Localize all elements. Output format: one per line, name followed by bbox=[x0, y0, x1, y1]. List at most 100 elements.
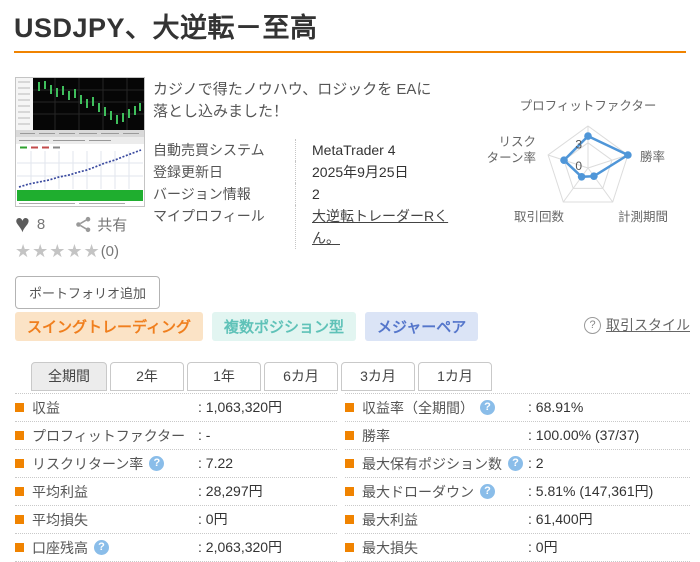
page-title: USDJPY、大逆転－至高 bbox=[14, 13, 318, 43]
stat-row: 平均利益 : 28,297円 bbox=[15, 478, 337, 506]
product-description: カジノで得たノウハウ、ロジックを EAに 落とし込みました！ bbox=[153, 79, 473, 123]
stat-label: 収益 bbox=[32, 399, 60, 416]
bullet-icon bbox=[345, 403, 354, 412]
rating-count: (0) bbox=[100, 243, 120, 260]
product-info-table: 自動売買システム MetaTrader 4 登録更新日 2025年9月25日バージョン… bbox=[153, 139, 483, 249]
bullet-icon bbox=[15, 431, 24, 440]
help-icon[interactable]: ? bbox=[480, 484, 495, 499]
stats-column-right: 収益率（全期間）?: 68.91% 勝率: 100.00% (37/37) 最大保有… bbox=[345, 393, 690, 562]
tab-1-month[interactable]: 1カ月 bbox=[418, 362, 492, 391]
product-page: USDJPY、大逆転－至高 カジノで得たノウハウ、ロジックを EAに 落とし込み… bbox=[0, 0, 700, 562]
share-icon bbox=[76, 216, 91, 232]
help-icon[interactable]: ? bbox=[94, 540, 109, 555]
info-label: マイプロフィール bbox=[153, 208, 265, 224]
stat-value: : 68.91% bbox=[528, 399, 584, 415]
tag-trading-style[interactable]: スイングトレーディング bbox=[15, 312, 203, 341]
description-line: 落とし込みました！ bbox=[153, 103, 289, 120]
svg-text:取引回数: 取引回数 bbox=[514, 209, 565, 224]
bullet-icon bbox=[345, 487, 354, 496]
info-row: マイプロフィール 大逆転トレーダーRくん。 bbox=[153, 205, 483, 249]
stat-row: 最大利益: 61,400円 bbox=[345, 506, 690, 534]
tab-2-years[interactable]: 2年 bbox=[110, 362, 184, 391]
stat-label: 最大ドローダウン bbox=[362, 483, 474, 500]
stats-table: 収益 : 1,063,320円 プロフィットファクター : - リスクリターン率?: 7… bbox=[15, 393, 690, 562]
social-row: ♥ 8 共有 bbox=[15, 209, 127, 239]
stat-value: : 100.00% (37/37) bbox=[528, 427, 640, 443]
like-heart-icon[interactable]: ♥ bbox=[15, 210, 30, 238]
stat-row: 最大保有ポジション数? : 2 bbox=[345, 450, 690, 478]
stat-row: 最大ドローダウン? : 5.81% (147,361円) bbox=[345, 478, 690, 506]
tab-1-year[interactable]: 1年 bbox=[187, 362, 261, 391]
svg-text:勝率: 勝率 bbox=[640, 149, 665, 164]
info-value: 2025年9月25日 bbox=[295, 161, 409, 183]
trade-style-label: 取引スタイル bbox=[606, 317, 690, 333]
rating-row: ★★★★★(0) bbox=[15, 241, 119, 262]
stat-row: 口座残高? : 2,063,320円 bbox=[15, 534, 337, 562]
like-count: 8 bbox=[36, 215, 46, 233]
bullet-icon bbox=[15, 515, 24, 524]
tab-6-months[interactable]: 6カ月 bbox=[264, 362, 338, 391]
svg-text:0: 0 bbox=[575, 159, 582, 173]
stat-label: 口座残高 bbox=[32, 539, 88, 556]
tab-3-months[interactable]: 3カ月 bbox=[341, 362, 415, 391]
stat-value: : - bbox=[198, 427, 211, 443]
trade-style-link[interactable]: ? 取引スタイル bbox=[584, 315, 690, 335]
add-portfolio-button[interactable]: ポートフォリオ追加 bbox=[15, 276, 161, 309]
bullet-icon bbox=[345, 515, 354, 524]
svg-text:リスクターン率: リスクターン率 bbox=[487, 135, 536, 165]
stat-value: : 0円 bbox=[528, 539, 558, 555]
stat-label: 最大保有ポジション数 bbox=[362, 455, 502, 472]
bullet-icon bbox=[345, 459, 354, 468]
trade-style-radar: 3 0 プロフィットファクター 勝率 計測期間 取引回数 リスクターン率 bbox=[483, 84, 693, 234]
profile-link[interactable]: 大逆転トレーダーRくん。 bbox=[295, 205, 470, 249]
stat-value: : 0円 bbox=[198, 511, 228, 527]
radar-chart: 3 0 プロフィットファクター勝率計測期間 取引回数 リスクターン率 bbox=[487, 99, 668, 224]
help-icon[interactable]: ? bbox=[149, 456, 165, 471]
stat-value: : 5.81% (147,361円) bbox=[528, 483, 654, 499]
info-value: 2 bbox=[295, 183, 320, 205]
stat-row: 平均損失 : 0円 bbox=[15, 506, 337, 534]
svg-text:計測期間: 計測期間 bbox=[618, 209, 668, 224]
star-icons: ★★★★★ bbox=[15, 241, 101, 261]
thumbnail-image bbox=[15, 77, 145, 207]
stat-label: リスクリターン率 bbox=[32, 455, 144, 472]
period-tabs: 全期間 2年 1年 6カ月 3カ月 1カ月 bbox=[31, 362, 495, 391]
help-icon[interactable]: ? bbox=[480, 400, 495, 415]
stat-label: プロフィットファクター bbox=[32, 427, 186, 444]
tag-list: スイングトレーディング 複数ポジション型 メジャーペア bbox=[15, 312, 487, 341]
stat-label: 平均利益 bbox=[32, 483, 88, 500]
product-thumbnail[interactable] bbox=[15, 77, 145, 207]
bullet-icon bbox=[345, 543, 354, 552]
share-button[interactable]: 共有 bbox=[75, 214, 127, 235]
stat-label: 最大損失 bbox=[362, 539, 418, 556]
stat-value: : 2,063,320円 bbox=[198, 539, 283, 555]
stat-row: リスクリターン率?: 7.22 bbox=[15, 450, 337, 478]
bullet-icon bbox=[15, 487, 24, 496]
stats-column-left: 収益 : 1,063,320円 プロフィットファクター : - リスクリターン率?: 7… bbox=[15, 393, 337, 562]
help-icon[interactable]: ? bbox=[508, 456, 523, 471]
tab-all-period[interactable]: 全期間 bbox=[31, 362, 107, 391]
tag-position-type[interactable]: 複数ポジション型 bbox=[211, 312, 356, 341]
title-divider bbox=[14, 51, 686, 53]
info-label: バージョン情報 bbox=[153, 186, 251, 202]
stat-row: 勝率 : 100.00% (37/37) bbox=[345, 422, 690, 450]
stat-label: 勝率 bbox=[362, 427, 390, 444]
description-line: カジノで得たノウハウ、ロジックを EAに bbox=[153, 81, 432, 98]
bullet-icon bbox=[345, 431, 354, 440]
bullet-icon bbox=[15, 543, 24, 552]
info-label: 登録更新日 bbox=[153, 164, 223, 180]
share-label: 共有 bbox=[97, 216, 128, 234]
stat-label: 最大利益 bbox=[362, 511, 418, 528]
stat-value: : 2 bbox=[528, 455, 544, 471]
tag-currency-pair[interactable]: メジャーペア bbox=[364, 312, 479, 341]
info-label: 自動売買システム bbox=[153, 142, 265, 158]
stat-value: : 28,297円 bbox=[198, 483, 263, 499]
info-row: 自動売買システム MetaTrader 4 bbox=[153, 139, 483, 161]
svg-text:3: 3 bbox=[575, 137, 582, 151]
stat-value: : 1,063,320円 bbox=[198, 399, 283, 415]
stat-row: 最大損失 : 0円 bbox=[345, 534, 690, 562]
info-value: MetaTrader 4 bbox=[295, 139, 396, 161]
bullet-icon bbox=[15, 459, 24, 468]
stat-label: 平均損失 bbox=[32, 511, 88, 528]
stat-row: 収益 : 1,063,320円 bbox=[15, 394, 337, 422]
